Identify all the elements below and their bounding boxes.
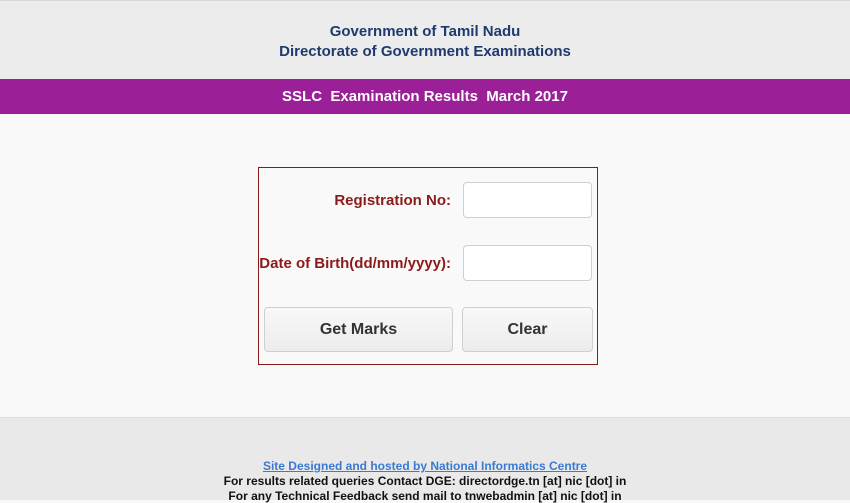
- page-footer: Site Designed and hosted by National Inf…: [0, 417, 850, 503]
- clear-button[interactable]: Clear: [462, 307, 593, 352]
- queries-contact-text: For results related queries Contact DGE:…: [223, 474, 627, 488]
- results-banner: SSLC Examination Results March 2017: [0, 79, 850, 114]
- nic-credit-link[interactable]: Site Designed and hosted by National Inf…: [0, 459, 850, 473]
- dob-input[interactable]: [463, 245, 592, 281]
- dob-label: Date of Birth(dd/mm/yyyy):: [259, 255, 451, 272]
- page-header: Government of Tamil Nadu Directorate of …: [0, 0, 850, 79]
- result-form: Registration No: Date of Birth(dd/mm/yyy…: [258, 167, 598, 365]
- registration-input[interactable]: [463, 182, 592, 218]
- get-marks-button[interactable]: Get Marks: [264, 307, 453, 352]
- feedback-contact-text: For any Technical Feedback send mail to …: [228, 489, 622, 503]
- government-title: Government of Tamil Nadu: [329, 23, 521, 40]
- directorate-title: Directorate of Government Examinations: [279, 43, 571, 60]
- registration-label: Registration No:: [334, 192, 451, 209]
